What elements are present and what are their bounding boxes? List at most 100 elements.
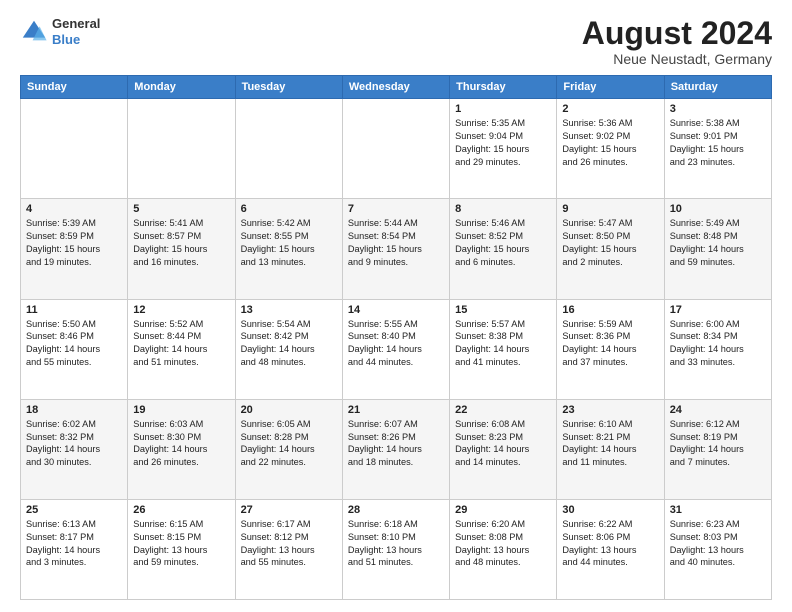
day-cell-3-0: 18 Sunrise: 6:02 AMSunset: 8:32 PMDayligh… [21,399,128,499]
day-cell-1-3: 7 Sunrise: 5:44 AMSunset: 8:54 PMDaylight… [342,199,449,299]
day-cell-2-0: 11 Sunrise: 5:50 AMSunset: 8:46 PMDayligh… [21,299,128,399]
day-cell-1-4: 8 Sunrise: 5:46 AMSunset: 8:52 PMDaylight… [450,199,557,299]
day-info: Sunrise: 6:18 AMSunset: 8:10 PMDaylight:… [348,518,444,570]
day-info: Sunrise: 5:46 AMSunset: 8:52 PMDaylight:… [455,217,551,269]
day-cell-4-1: 26Sunrise: 6:15 AMSunset: 8:15 PMDayligh… [128,499,235,599]
day-number: 7 [348,203,444,215]
col-thursday: Thursday [450,76,557,99]
week-row-2: 4 Sunrise: 5:39 AMSunset: 8:59 PMDaylight… [21,199,772,299]
day-number: 30 [562,504,658,516]
col-wednesday: Wednesday [342,76,449,99]
day-info: Sunrise: 5:42 AMSunset: 8:55 PMDaylight:… [241,217,337,269]
day-info: Sunrise: 6:13 AMSunset: 8:17 PMDaylight:… [26,518,122,570]
day-number: 20 [241,404,337,416]
day-cell-2-1: 12 Sunrise: 5:52 AMSunset: 8:44 PMDayligh… [128,299,235,399]
title-block: August 2024 Neue Neustadt, Germany [582,16,772,67]
logo-general: General [52,16,100,32]
location-subtitle: Neue Neustadt, Germany [582,51,772,67]
calendar-body: 1 Sunrise: 5:35 AMSunset: 9:04 PMDaylight… [21,99,772,600]
logo: General Blue [20,16,100,47]
header-row: Sunday Monday Tuesday Wednesday Thursday… [21,76,772,99]
day-number: 11 [26,304,122,316]
day-info: Sunrise: 6:05 AMSunset: 8:28 PMDaylight:… [241,418,337,470]
day-number: 5 [133,203,229,215]
day-number: 19 [133,404,229,416]
day-info: Sunrise: 6:17 AMSunset: 8:12 PMDaylight:… [241,518,337,570]
day-number: 24 [670,404,766,416]
day-info: Sunrise: 6:12 AMSunset: 8:19 PMDaylight:… [670,418,766,470]
day-info: Sunrise: 5:38 AMSunset: 9:01 PMDaylight:… [670,117,766,169]
day-cell-2-2: 13 Sunrise: 5:54 AMSunset: 8:42 PMDayligh… [235,299,342,399]
day-info: Sunrise: 6:20 AMSunset: 8:08 PMDaylight:… [455,518,551,570]
col-friday: Friday [557,76,664,99]
week-row-3: 11 Sunrise: 5:50 AMSunset: 8:46 PMDayligh… [21,299,772,399]
day-cell-0-5: 2Sunrise: 5:36 AMSunset: 9:02 PMDaylight… [557,99,664,199]
day-info: Sunrise: 6:22 AMSunset: 8:06 PMDaylight:… [562,518,658,570]
day-number: 21 [348,404,444,416]
page: General Blue August 2024 Neue Neustadt, … [0,0,792,612]
day-cell-2-4: 15Sunrise: 5:57 AMSunset: 8:38 PMDayligh… [450,299,557,399]
logo-blue: Blue [52,32,100,48]
day-info: Sunrise: 5:55 AMSunset: 8:40 PMDaylight:… [348,318,444,370]
day-number: 1 [455,103,551,115]
day-cell-0-1 [128,99,235,199]
day-cell-3-3: 21 Sunrise: 6:07 AMSunset: 8:26 PMDayligh… [342,399,449,499]
day-number: 6 [241,203,337,215]
day-cell-1-2: 6 Sunrise: 5:42 AMSunset: 8:55 PMDaylight… [235,199,342,299]
day-info: Sunrise: 6:03 AMSunset: 8:30 PMDaylight:… [133,418,229,470]
day-info: Sunrise: 6:02 AMSunset: 8:32 PMDaylight:… [26,418,122,470]
day-cell-2-3: 14 Sunrise: 5:55 AMSunset: 8:40 PMDayligh… [342,299,449,399]
day-cell-2-5: 16 Sunrise: 5:59 AMSunset: 8:36 PMDayligh… [557,299,664,399]
week-row-1: 1 Sunrise: 5:35 AMSunset: 9:04 PMDaylight… [21,99,772,199]
day-cell-4-2: 27Sunrise: 6:17 AMSunset: 8:12 PMDayligh… [235,499,342,599]
day-info: Sunrise: 5:54 AMSunset: 8:42 PMDaylight:… [241,318,337,370]
day-number: 22 [455,404,551,416]
day-info: Sunrise: 5:52 AMSunset: 8:44 PMDaylight:… [133,318,229,370]
day-info: Sunrise: 5:41 AMSunset: 8:57 PMDaylight:… [133,217,229,269]
week-row-4: 18 Sunrise: 6:02 AMSunset: 8:32 PMDayligh… [21,399,772,499]
day-info: Sunrise: 6:15 AMSunset: 8:15 PMDaylight:… [133,518,229,570]
day-cell-4-4: 29 Sunrise: 6:20 AMSunset: 8:08 PMDayligh… [450,499,557,599]
day-number: 28 [348,504,444,516]
day-cell-3-6: 24 Sunrise: 6:12 AMSunset: 8:19 PMDayligh… [664,399,771,499]
day-number: 8 [455,203,551,215]
day-info: Sunrise: 5:50 AMSunset: 8:46 PMDaylight:… [26,318,122,370]
day-number: 3 [670,103,766,115]
day-info: Sunrise: 6:08 AMSunset: 8:23 PMDaylight:… [455,418,551,470]
day-cell-3-2: 20 Sunrise: 6:05 AMSunset: 8:28 PMDayligh… [235,399,342,499]
day-number: 4 [26,203,122,215]
day-cell-1-1: 5 Sunrise: 5:41 AMSunset: 8:57 PMDaylight… [128,199,235,299]
day-number: 10 [670,203,766,215]
calendar-table: Sunday Monday Tuesday Wednesday Thursday… [20,75,772,600]
day-info: Sunrise: 6:07 AMSunset: 8:26 PMDaylight:… [348,418,444,470]
day-info: Sunrise: 5:44 AMSunset: 8:54 PMDaylight:… [348,217,444,269]
day-info: Sunrise: 5:39 AMSunset: 8:59 PMDaylight:… [26,217,122,269]
day-number: 2 [562,103,658,115]
day-cell-0-2 [235,99,342,199]
day-number: 12 [133,304,229,316]
day-info: Sunrise: 6:10 AMSunset: 8:21 PMDaylight:… [562,418,658,470]
day-info: Sunrise: 5:57 AMSunset: 8:38 PMDaylight:… [455,318,551,370]
day-number: 23 [562,404,658,416]
day-number: 18 [26,404,122,416]
day-number: 14 [348,304,444,316]
day-cell-3-5: 23 Sunrise: 6:10 AMSunset: 8:21 PMDayligh… [557,399,664,499]
day-cell-3-1: 19 Sunrise: 6:03 AMSunset: 8:30 PMDayligh… [128,399,235,499]
day-cell-4-0: 25 Sunrise: 6:13 AMSunset: 8:17 PMDayligh… [21,499,128,599]
day-cell-0-6: 3 Sunrise: 5:38 AMSunset: 9:01 PMDaylight… [664,99,771,199]
day-cell-1-5: 9Sunrise: 5:47 AMSunset: 8:50 PMDaylight… [557,199,664,299]
week-row-5: 25 Sunrise: 6:13 AMSunset: 8:17 PMDayligh… [21,499,772,599]
day-info: Sunrise: 5:59 AMSunset: 8:36 PMDaylight:… [562,318,658,370]
day-info: Sunrise: 6:00 AMSunset: 8:34 PMDaylight:… [670,318,766,370]
day-info: Sunrise: 5:47 AMSunset: 8:50 PMDaylight:… [562,217,658,269]
month-year-title: August 2024 [582,16,772,51]
day-cell-0-3 [342,99,449,199]
logo-icon [20,18,48,46]
day-number: 29 [455,504,551,516]
logo-text: General Blue [52,16,100,47]
day-number: 16 [562,304,658,316]
col-sunday: Sunday [21,76,128,99]
day-number: 13 [241,304,337,316]
day-number: 25 [26,504,122,516]
day-info: Sunrise: 5:35 AMSunset: 9:04 PMDaylight:… [455,117,551,169]
